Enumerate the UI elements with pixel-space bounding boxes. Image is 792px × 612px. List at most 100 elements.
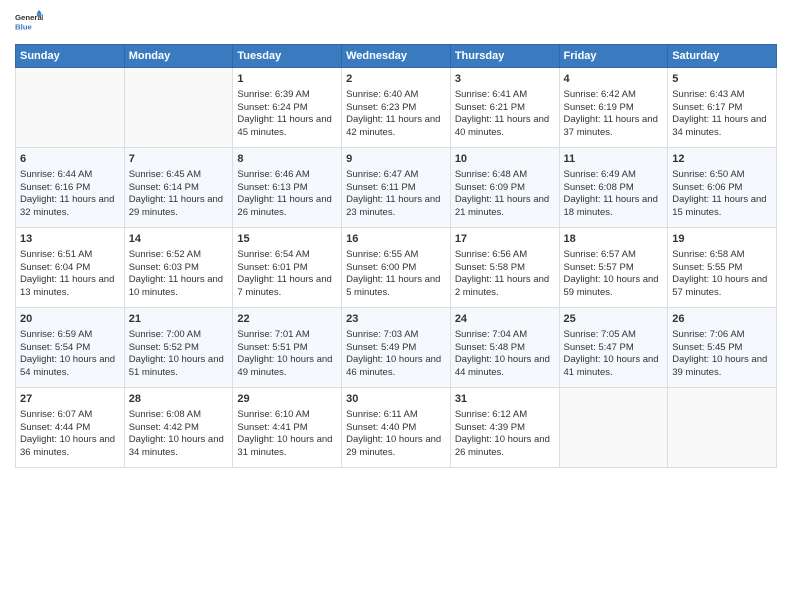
day-number: 2	[346, 72, 446, 87]
calendar-cell: 30Sunrise: 6:11 AMSunset: 4:40 PMDayligh…	[342, 388, 451, 468]
daylight-text: Daylight: 11 hours and 5 minutes.	[346, 274, 440, 298]
day-number: 12	[672, 152, 772, 167]
calendar-cell: 22 Sunrise: 7:01 AM Sunset: 5:51 PMDayligh…	[233, 308, 342, 388]
weekday-row: SundayMondayTuesdayWednesdayThursdayFrid…	[16, 45, 777, 68]
calendar-cell: 26Sunrise: 7:06 AMSunset: 5:45 PMDayligh…	[668, 308, 777, 388]
calendar-cell: 10Sunrise: 6:48 AMSunset: 6:09 PMDayligh…	[450, 148, 559, 228]
day-number: 22	[237, 312, 337, 327]
day-number: 17	[455, 232, 555, 247]
sunrise-text: Sunrise: 6:59 AM	[20, 329, 92, 340]
calendar-cell: 15Sunrise: 6:54 AMSunset: 6:01 PMDayligh…	[233, 228, 342, 308]
calendar-cell: 24Sunrise: 7:04 AMSunset: 5:48 PMDayligh…	[450, 308, 559, 388]
day-number: 5	[672, 72, 772, 87]
day-number: 18	[564, 232, 664, 247]
header: General Blue	[15, 10, 777, 38]
calendar-cell: 17Sunrise: 6:56 AMSunset: 5:58 PMDayligh…	[450, 228, 559, 308]
calendar-week-row: 27Sunrise: 6:07 AMSunset: 4:44 PMDayligh…	[16, 388, 777, 468]
day-number: 24	[455, 312, 555, 327]
daylight-text: Daylight: 11 hours and 15 minutes.	[672, 194, 766, 218]
day-number: 20	[20, 312, 120, 327]
sunrise-text: Sunrise: 7:04 AM	[455, 329, 527, 340]
calendar-cell: 29Sunrise: 6:10 AMSunset: 4:41 PMDayligh…	[233, 388, 342, 468]
day-number: 13	[20, 232, 120, 247]
sunset-text: Sunset: 5:45 PM	[672, 342, 742, 353]
weekday-header: Monday	[124, 45, 233, 68]
calendar-week-row: 1 Sunrise: 6:39 AM Sunset: 6:24 PM Daylight…	[16, 68, 777, 148]
sunset-text: Sunset: 6:01 PM	[237, 262, 307, 273]
sunset-text: Sunset: 6:13 PM	[237, 182, 307, 193]
sunset-text: Sunset: 4:44 PM	[20, 422, 90, 433]
sunrise-text: Sunrise: 7:01 AM	[237, 329, 309, 340]
calendar-cell: 25Sunrise: 7:05 AMSunset: 5:47 PMDayligh…	[559, 308, 668, 388]
calendar-week-row: 13Sunrise: 6:51 AMSunset: 6:04 PMDayligh…	[16, 228, 777, 308]
daylight-text: Daylight: 11 hours and 29 minutes.	[129, 194, 223, 218]
sunrise-text: Sunrise: 6:55 AM	[346, 249, 418, 260]
day-number: 8	[237, 152, 337, 167]
calendar-cell: 28Sunrise: 6:08 AMSunset: 4:42 PMDayligh…	[124, 388, 233, 468]
daylight-text: Daylight: 11 hours and 32 minutes.	[20, 194, 114, 218]
sunset-text: Sunset: 6:14 PM	[129, 182, 199, 193]
calendar-cell: 13Sunrise: 6:51 AMSunset: 6:04 PMDayligh…	[16, 228, 125, 308]
daylight-text: Daylight: 10 hours and 51 minutes.	[129, 354, 224, 378]
weekday-header: Saturday	[668, 45, 777, 68]
sunrise-text: Sunrise: 6:58 AM	[672, 249, 744, 260]
sunrise-text: Sunrise: 6:45 AM	[129, 169, 201, 180]
calendar-cell: 16Sunrise: 6:55 AMSunset: 6:00 PMDayligh…	[342, 228, 451, 308]
calendar-header: SundayMondayTuesdayWednesdayThursdayFrid…	[16, 45, 777, 68]
day-number: 15	[237, 232, 337, 247]
calendar-table: SundayMondayTuesdayWednesdayThursdayFrid…	[15, 44, 777, 468]
day-number: 6	[20, 152, 120, 167]
calendar-cell: 11Sunrise: 6:49 AMSunset: 6:08 PMDayligh…	[559, 148, 668, 228]
weekday-header: Wednesday	[342, 45, 451, 68]
sunset-text: Sunset: 5:47 PM	[564, 342, 634, 353]
calendar-cell	[559, 388, 668, 468]
sunrise-text: Sunrise: 6:56 AM	[455, 249, 527, 260]
calendar-cell: 1Sunrise: 6:39 AMSunset: 6:24 PMDaylight…	[233, 68, 342, 148]
sunset-text: Sunset: 6:24 PM	[237, 102, 307, 113]
day-number: 23	[346, 312, 446, 327]
sunrise-text: Sunrise: 7:00 AM	[129, 329, 201, 340]
sunset-text: Sunset: 5:57 PM	[564, 262, 634, 273]
calendar-cell: 8Sunrise: 6:46 AMSunset: 6:13 PMDaylight…	[233, 148, 342, 228]
daylight-text: Daylight: 10 hours and 49 minutes.	[237, 354, 332, 378]
sunrise-text: Sunrise: 6:42 AM	[564, 89, 636, 100]
weekday-header: Tuesday	[233, 45, 342, 68]
sunrise-text: Sunrise: 6:07 AM	[20, 409, 92, 420]
daylight-text: Daylight: 10 hours and 39 minutes.	[672, 354, 767, 378]
daylight-text: Daylight: 11 hours and 10 minutes.	[129, 274, 223, 298]
logo-icon: General Blue	[15, 10, 43, 38]
sunrise-text: Sunrise: 7:03 AM	[346, 329, 418, 340]
sunset-text: Sunset: 6:16 PM	[20, 182, 90, 193]
calendar-cell: 4Sunrise: 6:42 AMSunset: 6:19 PMDaylight…	[559, 68, 668, 148]
sunset-text: Sunset: 6:11 PM	[346, 182, 416, 193]
sunset-text: Sunset: 6:03 PM	[129, 262, 199, 273]
daylight-text: Daylight: 11 hours and 37 minutes.	[564, 114, 658, 138]
daylight-text: Daylight: 10 hours and 34 minutes.	[129, 434, 224, 458]
sunset-text: Sunset: 5:51 PM	[237, 342, 307, 353]
daylight-text: Daylight: 11 hours and 42 minutes.	[346, 114, 440, 138]
sunrise-text: Sunrise: 6:47 AM	[346, 169, 418, 180]
sunset-text: Sunset: 5:49 PM	[346, 342, 416, 353]
day-number: 26	[672, 312, 772, 327]
day-number: 7	[129, 152, 229, 167]
calendar-cell	[16, 68, 125, 148]
calendar-cell: 6Sunrise: 6:44 AMSunset: 6:16 PMDaylight…	[16, 148, 125, 228]
day-number: 25	[564, 312, 664, 327]
daylight-text: Daylight: 11 hours and 18 minutes.	[564, 194, 658, 218]
sunrise-text: Sunrise: 6:39 AM	[237, 89, 309, 100]
day-number: 1	[237, 72, 337, 87]
sunrise-text: Sunrise: 6:40 AM	[346, 89, 418, 100]
daylight-text: Daylight: 11 hours and 7 minutes.	[237, 274, 331, 298]
day-number: 30	[346, 392, 446, 407]
calendar-cell: 12Sunrise: 6:50 AMSunset: 6:06 PMDayligh…	[668, 148, 777, 228]
sunrise-text: Sunrise: 6:12 AM	[455, 409, 527, 420]
calendar-cell	[668, 388, 777, 468]
daylight-text: Daylight: 10 hours and 36 minutes.	[20, 434, 115, 458]
calendar-week-row: 20Sunrise: 6:59 AMSunset: 5:54 PMDayligh…	[16, 308, 777, 388]
day-number: 29	[237, 392, 337, 407]
daylight-text: Daylight: 10 hours and 41 minutes.	[564, 354, 659, 378]
sunset-text: Sunset: 6:06 PM	[672, 182, 742, 193]
calendar-cell: 23Sunrise: 7:03 AMSunset: 5:49 PMDayligh…	[342, 308, 451, 388]
day-number: 27	[20, 392, 120, 407]
daylight-text: Daylight: 10 hours and 26 minutes.	[455, 434, 550, 458]
